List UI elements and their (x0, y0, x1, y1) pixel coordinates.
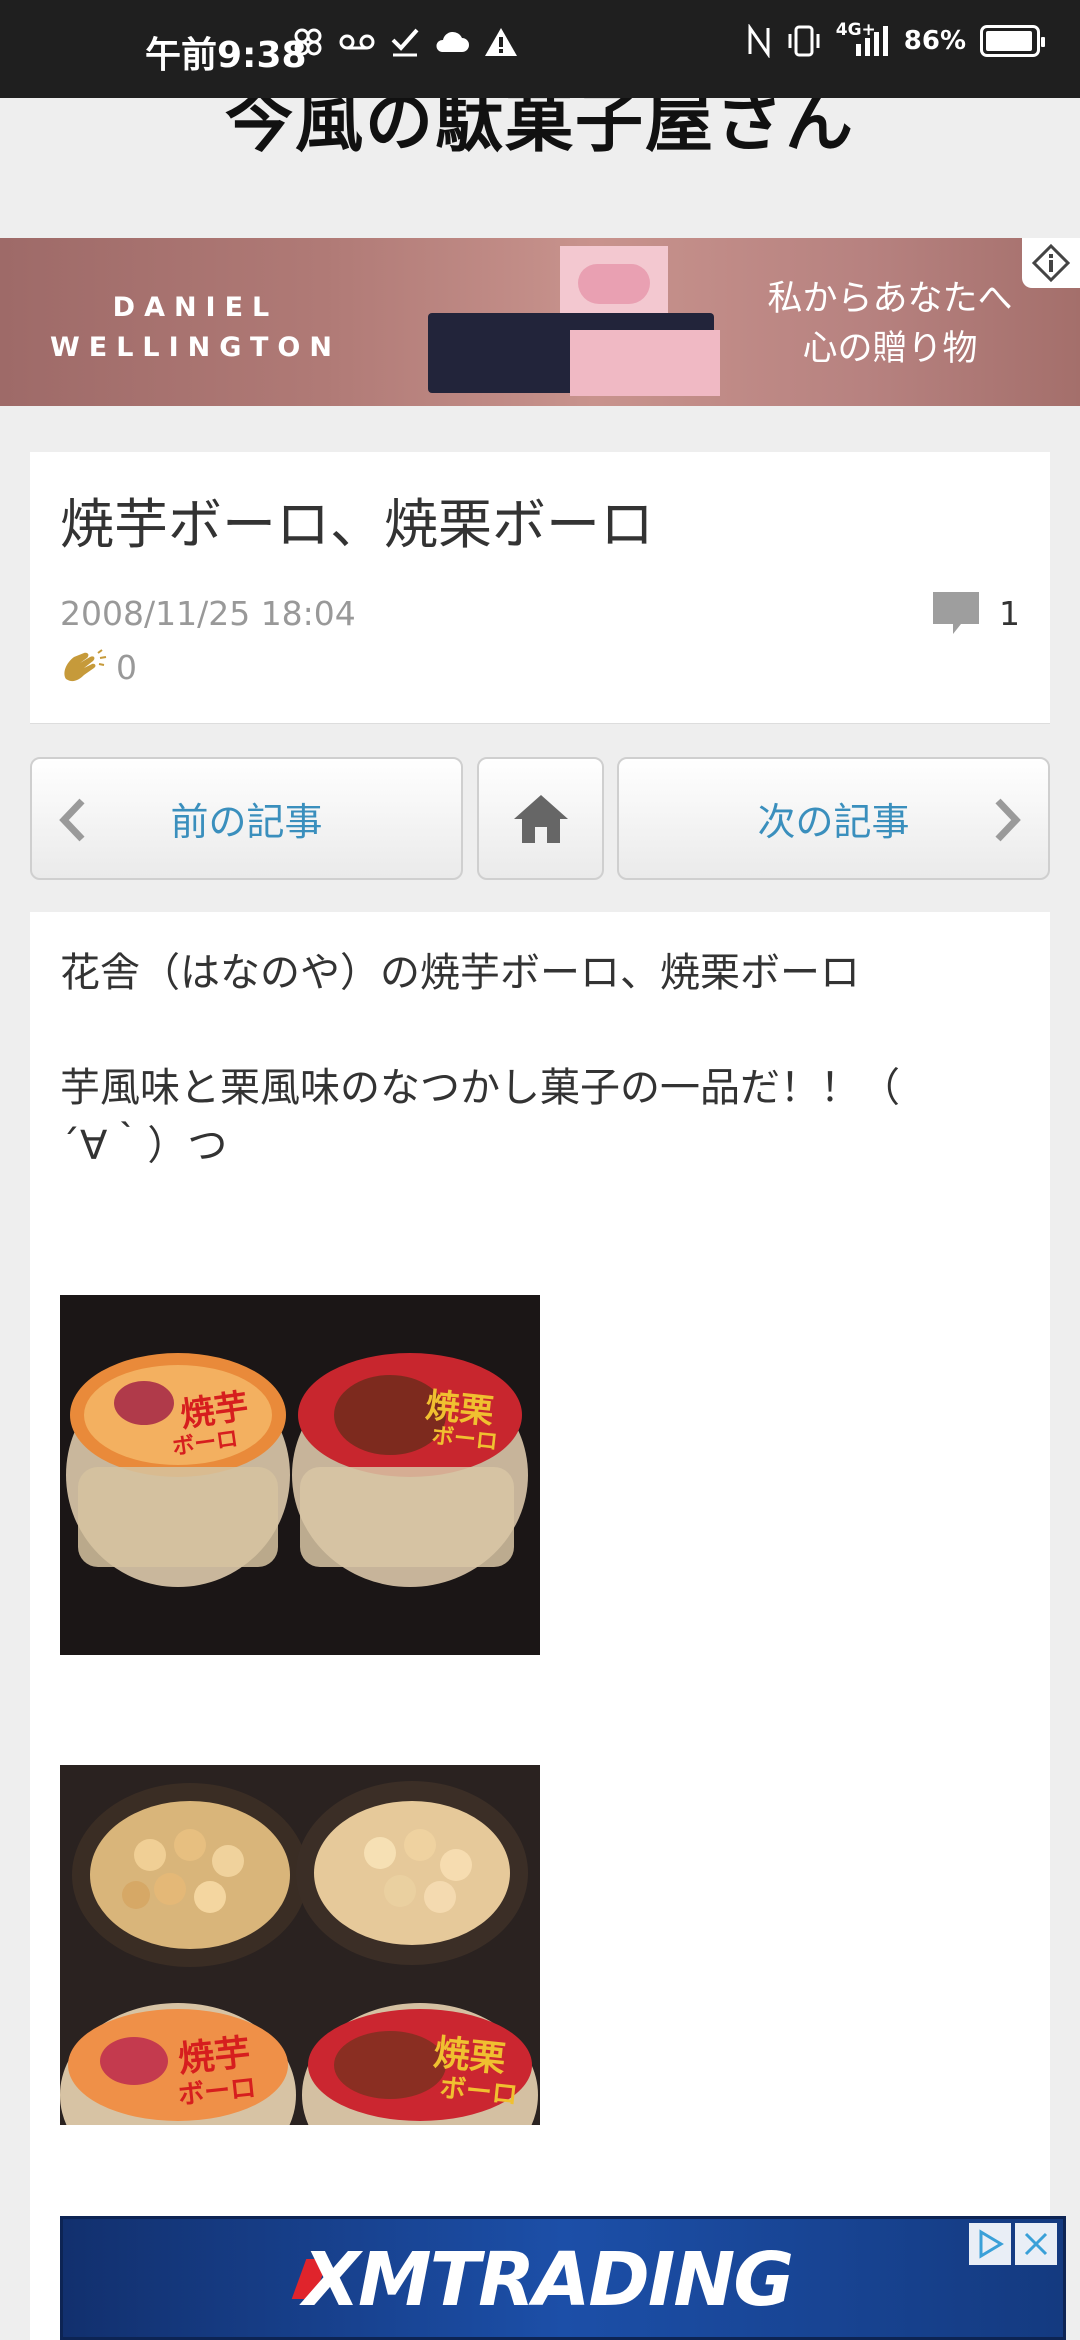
next-article-button[interactable]: 次の記事 (617, 757, 1050, 880)
ad-brand: DANIEL WELLINGTON (50, 288, 341, 368)
ad-copy: 私からあなたへ 心の贈り物 (725, 274, 1055, 374)
warning-icon (485, 28, 517, 56)
close-icon (1024, 2232, 1048, 2256)
next-article-label: 次の記事 (757, 800, 910, 844)
ad-brand-line1: DANIEL (112, 292, 279, 323)
clap-button[interactable]: 0 (60, 648, 137, 687)
body-text-line3: ´∀｀）つ (60, 1123, 228, 1169)
nfc-icon (748, 24, 770, 58)
body-text-line1: 花舎（はなのや）の焼芋ボーロ、焼栗ボーロ (60, 950, 860, 996)
chevron-left-icon (59, 798, 85, 842)
voicemail-icon (339, 34, 375, 50)
photo1-label-right-2: ボーロ (430, 1423, 499, 1456)
status-time: 午前9:38 (145, 35, 307, 76)
ad-copy-line2: 心の贈り物 (802, 329, 978, 369)
system-icons: 4G+ 86% (746, 20, 1045, 58)
prev-article-label: 前の記事 (170, 800, 323, 844)
ad-controls (969, 2223, 1057, 2265)
clap-icon (64, 648, 107, 681)
ad-logo: XMTRADING (303, 2237, 794, 2323)
ad-copy-line1: 私からあなたへ (767, 279, 1013, 319)
adchoices-icon (979, 2229, 1004, 2259)
clap-count: 0 (116, 648, 137, 687)
article-date: 2008/11/25 18:04 (60, 594, 356, 633)
signal-icon: 4G+ (836, 20, 890, 58)
ad-info-button[interactable] (1022, 238, 1080, 288)
chevron-right-icon (995, 798, 1021, 842)
adchoices-button[interactable] (969, 2223, 1011, 2265)
bottom-ad[interactable]: XMTRADING (60, 2216, 1066, 2340)
body-text-line2: 芋風味と栗風味のなつかし菓子の一品だ！！（ (60, 1065, 900, 1111)
ad-pinkbox-image (570, 330, 720, 396)
home-icon (513, 794, 568, 843)
comment-count: 1 (999, 593, 1020, 633)
ad-close-button[interactable] (1015, 2223, 1057, 2265)
article-title: 焼芋ボーロ、焼栗ボーロ (60, 493, 654, 556)
prev-article-button[interactable]: 前の記事 (30, 757, 463, 880)
article-photo-1[interactable]: 焼芋 ボーロ 焼栗 ボーロ (60, 1295, 540, 1655)
battery-icon (980, 25, 1045, 57)
site-header: 今風の駄菓子屋さん (0, 98, 1080, 238)
status-bar: 午前9:38 4G+ 86% (0, 0, 1080, 98)
article-header: 焼芋ボーロ、焼栗ボーロ 2008/11/25 18:04 1 0 (30, 452, 1050, 724)
vibrate-icon (788, 25, 820, 57)
heart-icon (578, 264, 650, 304)
site-title[interactable]: 今風の駄菓子屋さん (0, 98, 1080, 165)
comments-link[interactable]: 1 (931, 590, 1020, 636)
info-icon (1031, 243, 1071, 283)
comment-icon (933, 592, 979, 634)
check-icon (391, 28, 419, 57)
battery-percent: 86% (903, 26, 966, 56)
pinwheel-icon (294, 28, 322, 56)
article-body: 花舎（はなのや）の焼芋ボーロ、焼栗ボーロ 芋風味と栗風味のなつかし菓子の一品だ！… (30, 912, 1050, 2340)
banner-ad[interactable]: DANIEL WELLINGTON 私からあなたへ 心の贈り物 (0, 238, 1080, 406)
notification-icons (292, 26, 518, 58)
article-photo-2[interactable]: 焼芋 ボーロ 焼栗 ボーロ (60, 1765, 540, 2125)
ad-brand-line2: WELLINGTON (50, 332, 341, 363)
home-button[interactable] (477, 757, 604, 880)
cloud-icon (436, 31, 469, 52)
